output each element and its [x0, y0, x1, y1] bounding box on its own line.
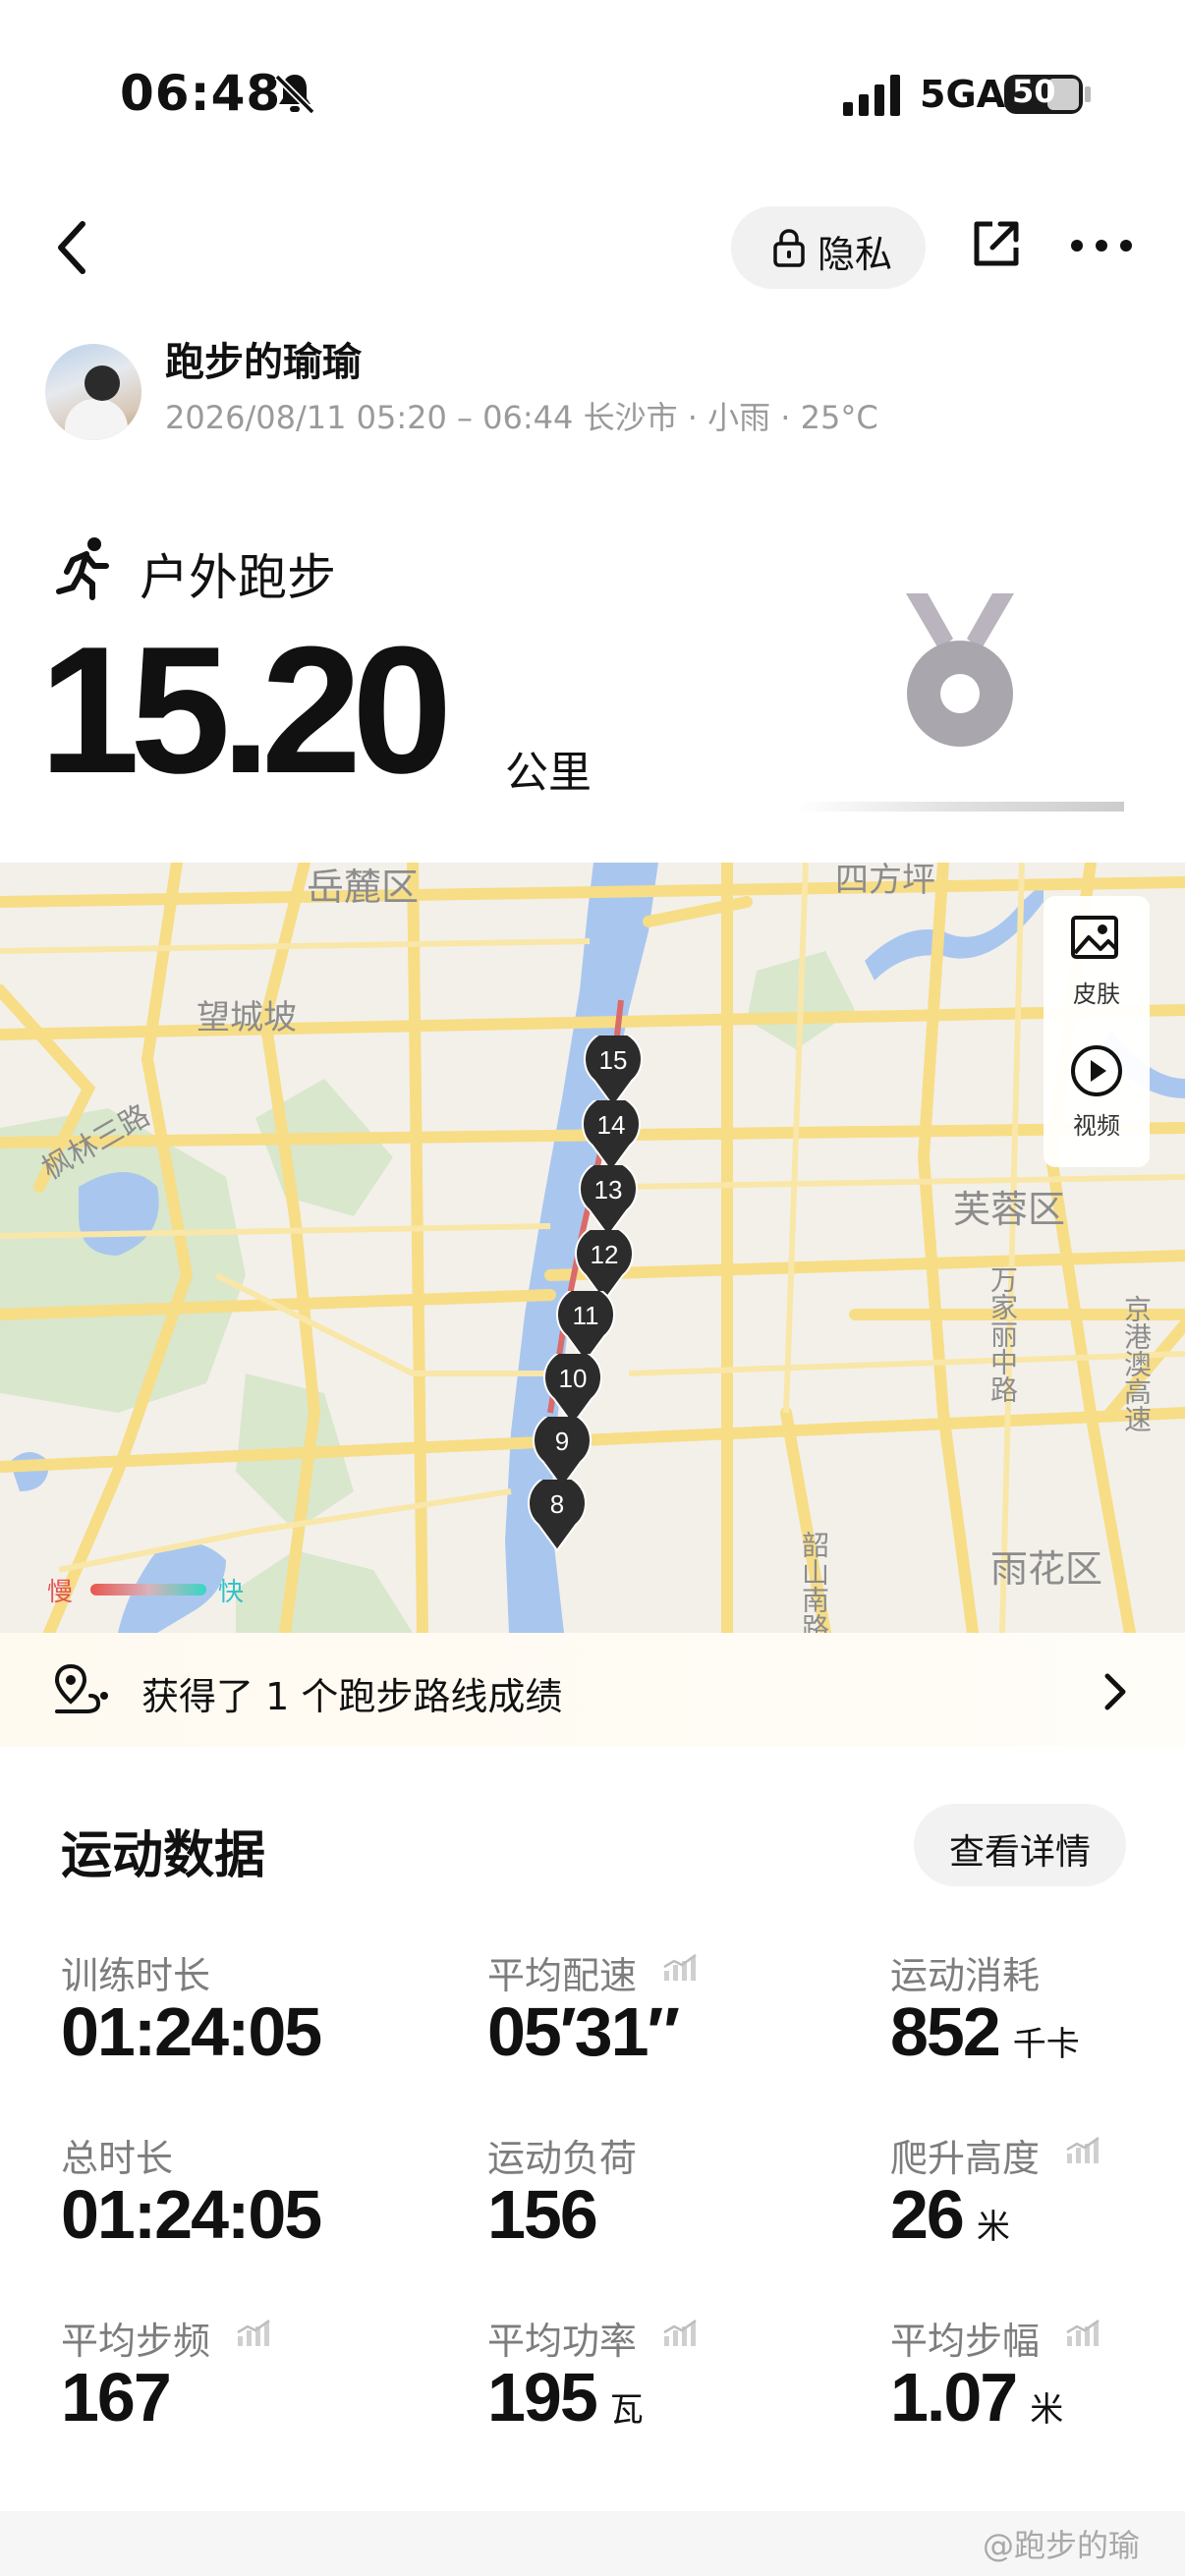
- stat-avg-stride[interactable]: 平均步幅 1.07 米: [890, 2311, 1185, 2478]
- distance-unit: 公里: [505, 748, 592, 798]
- bell-muted-icon: [274, 74, 315, 115]
- video-button[interactable]: 视频: [1044, 1028, 1150, 1155]
- stat-value: 195 瓦: [487, 2359, 644, 2436]
- stat-avg-pace[interactable]: 平均配速 05′31″: [487, 1945, 861, 2112]
- stat-training-duration[interactable]: 训练时长 01:24:05: [61, 1945, 434, 2112]
- network-type: 5GA: [920, 73, 1006, 116]
- route-pin-icon: [54, 1663, 108, 1713]
- km-marker[interactable]: 11: [555, 1291, 616, 1364]
- battery-level: 50: [1012, 73, 1056, 110]
- trend-chart-icon: [663, 1953, 697, 1981]
- lock-icon: [773, 229, 805, 267]
- medal-icon[interactable]: [904, 589, 1016, 756]
- stat-unit: 米: [976, 2208, 1010, 2247]
- stat-value: 1.07 米: [890, 2359, 1064, 2436]
- stat-label: 总时长: [61, 2137, 174, 2180]
- stat-total-duration[interactable]: 总时长 01:24:05: [61, 2128, 434, 2295]
- pace-legend-slow: 慢: [47, 1578, 74, 1607]
- km-marker[interactable]: 8: [527, 1480, 588, 1552]
- pace-legend-fast: 快: [218, 1578, 245, 1607]
- username[interactable]: 跑步的瑜瑜: [165, 330, 362, 387]
- status-bar: 06:48 5GA 50: [0, 0, 1185, 187]
- stats-title: 运动数据: [61, 1826, 266, 1885]
- status-time: 06:48: [120, 65, 282, 122]
- map-tools-panel: 皮肤 视频: [1044, 896, 1150, 1167]
- trend-chart-icon: [1066, 2319, 1100, 2346]
- more-options-icon[interactable]: [1071, 240, 1132, 253]
- watermark: @跑步的瑜: [983, 2527, 1141, 2564]
- map-label-wangcheng: 望城坡: [197, 998, 297, 1037]
- route-achievement-row[interactable]: 获得了 1 个跑步路线成绩: [0, 1633, 1185, 1747]
- stat-label: 训练时长: [61, 1954, 211, 1997]
- km-marker[interactable]: 13: [578, 1165, 639, 1238]
- map-label-yuhua: 雨花区: [990, 1547, 1103, 1591]
- stat-elevation-gain[interactable]: 爬升高度 26 米: [890, 2128, 1185, 2295]
- skin-button[interactable]: 皮肤: [1044, 896, 1150, 1024]
- play-icon: [1071, 1045, 1122, 1096]
- km-marker[interactable]: 10: [542, 1354, 603, 1427]
- stat-label: 运动消耗: [890, 1954, 1041, 1997]
- map-label-shaoshan: 韶山南路: [798, 1531, 830, 1633]
- stat-label: 平均步幅: [890, 2320, 1041, 2363]
- stat-unit: 瓦: [609, 2390, 644, 2430]
- stat-unit: 米: [1030, 2390, 1064, 2430]
- stat-value: 167: [61, 2359, 172, 2436]
- battery-icon: 50: [1004, 73, 1083, 114]
- stat-value: 05′31″: [487, 1993, 680, 2070]
- stat-value: 26 米: [890, 2176, 1010, 2253]
- avatar[interactable]: [45, 344, 141, 440]
- km-marker[interactable]: 9: [532, 1417, 592, 1489]
- stat-training-load[interactable]: 运动负荷 156: [487, 2128, 861, 2295]
- activity-type: 户外跑步: [140, 549, 336, 606]
- cellular-signal-icon: [843, 75, 900, 116]
- chevron-right-icon: [1104, 1673, 1126, 1710]
- map-label-wanjiali: 万家丽中路: [987, 1265, 1019, 1403]
- skin-label: 皮肤: [1073, 980, 1120, 1008]
- map-label-jinggang: 京港澳高速: [1120, 1295, 1153, 1432]
- workout-meta: 2026/08/11 05:20 – 06:44 长沙市 · 小雨 · 25°C: [165, 399, 878, 436]
- trend-chart-icon: [237, 2319, 270, 2346]
- stat-value: 156: [487, 2176, 598, 2253]
- achievement-label: 获得了 1 个跑步路线成绩: [141, 1675, 563, 1718]
- stat-label: 平均配速: [487, 1954, 638, 1997]
- stat-value: 01:24:05: [61, 1993, 322, 2070]
- map-label-yuelu: 岳麓区: [307, 866, 420, 909]
- running-icon: [56, 537, 109, 600]
- stat-avg-power[interactable]: 平均功率 195 瓦: [487, 2311, 861, 2478]
- km-marker[interactable]: 15: [583, 1036, 644, 1108]
- km-marker[interactable]: 14: [581, 1100, 642, 1173]
- pace-legend-bar: [90, 1584, 206, 1596]
- stat-label: 平均功率: [487, 2320, 638, 2363]
- video-label: 视频: [1073, 1112, 1120, 1140]
- stat-avg-cadence[interactable]: 平均步频 167: [61, 2311, 434, 2478]
- privacy-label: 隐私: [818, 233, 893, 276]
- distance-value: 15.20: [39, 608, 452, 811]
- trend-chart-icon: [663, 2319, 697, 2346]
- battery-cap: [1085, 86, 1091, 102]
- route-map[interactable]: 岳麓区 望城坡 枫林三路 四方坪 芙蓉区 雨花区 万家丽中路 京港澳高速 韶山南…: [0, 863, 1185, 1633]
- map-label-furong: 芙蓉区: [953, 1188, 1066, 1231]
- map-label-sifangping: 四方坪: [835, 863, 935, 900]
- stat-label: 爬升高度: [890, 2137, 1041, 2180]
- share-icon[interactable]: [971, 218, 1022, 269]
- privacy-button[interactable]: 隐私: [731, 206, 926, 289]
- view-details-label: 查看详情: [948, 1832, 1091, 1873]
- stat-value: 852 千卡: [890, 1993, 1080, 2070]
- trend-chart-icon: [1066, 2136, 1100, 2163]
- stat-value: 01:24:05: [61, 2176, 322, 2253]
- medal-shadow: [796, 802, 1124, 812]
- image-icon: [1071, 916, 1118, 959]
- view-details-button[interactable]: 查看详情: [914, 1804, 1126, 1886]
- stat-calories[interactable]: 运动消耗 852 千卡: [890, 1945, 1185, 2112]
- stat-label: 平均步频: [61, 2320, 211, 2363]
- stat-label: 运动负荷: [487, 2137, 638, 2180]
- stat-unit: 千卡: [1012, 2025, 1080, 2064]
- back-arrow-icon[interactable]: [51, 218, 94, 277]
